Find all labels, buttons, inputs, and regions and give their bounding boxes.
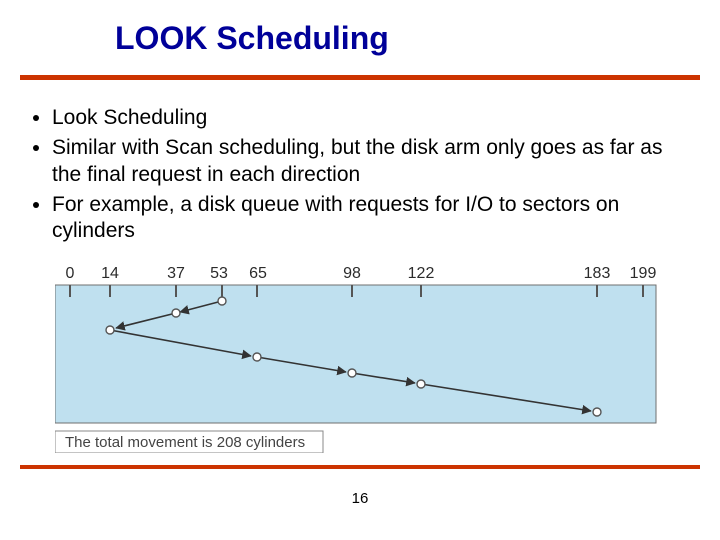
point-122 xyxy=(417,380,425,388)
svg-text:14: 14 xyxy=(101,265,119,282)
slide-title: LOOK Scheduling xyxy=(115,20,389,57)
bullet-list: Look Scheduling Similar with Scan schedu… xyxy=(30,105,690,248)
svg-text:183: 183 xyxy=(584,265,611,282)
caption-box: The total movement is 208 cylinders xyxy=(55,431,323,453)
look-diagram: 0 14 37 53 65 xyxy=(55,263,665,453)
svg-text:53: 53 xyxy=(210,265,228,282)
slide: LOOK Scheduling Look Scheduling Similar … xyxy=(0,0,720,540)
svg-text:65: 65 xyxy=(249,265,267,282)
svg-text:122: 122 xyxy=(408,265,435,282)
point-37 xyxy=(172,309,180,317)
footer-rule xyxy=(20,465,700,469)
svg-text:98: 98 xyxy=(343,265,361,282)
bullet-item: For example, a disk queue with requests … xyxy=(52,192,690,245)
point-65 xyxy=(253,353,261,361)
point-98 xyxy=(348,369,356,377)
svg-text:199: 199 xyxy=(630,265,657,282)
svg-text:37: 37 xyxy=(167,265,185,282)
point-14 xyxy=(106,326,114,334)
bullet-item: Look Scheduling xyxy=(52,105,690,131)
point-53 xyxy=(218,297,226,305)
svg-text:0: 0 xyxy=(66,265,75,282)
point-183 xyxy=(593,408,601,416)
title-underline xyxy=(20,75,700,80)
svg-text:The total movement is 208 cyli: The total movement is 208 cylinders xyxy=(65,434,305,451)
bullet-item: Similar with Scan scheduling, but the di… xyxy=(52,135,690,188)
diagram-band xyxy=(55,285,656,423)
page-number: 16 xyxy=(0,490,720,507)
